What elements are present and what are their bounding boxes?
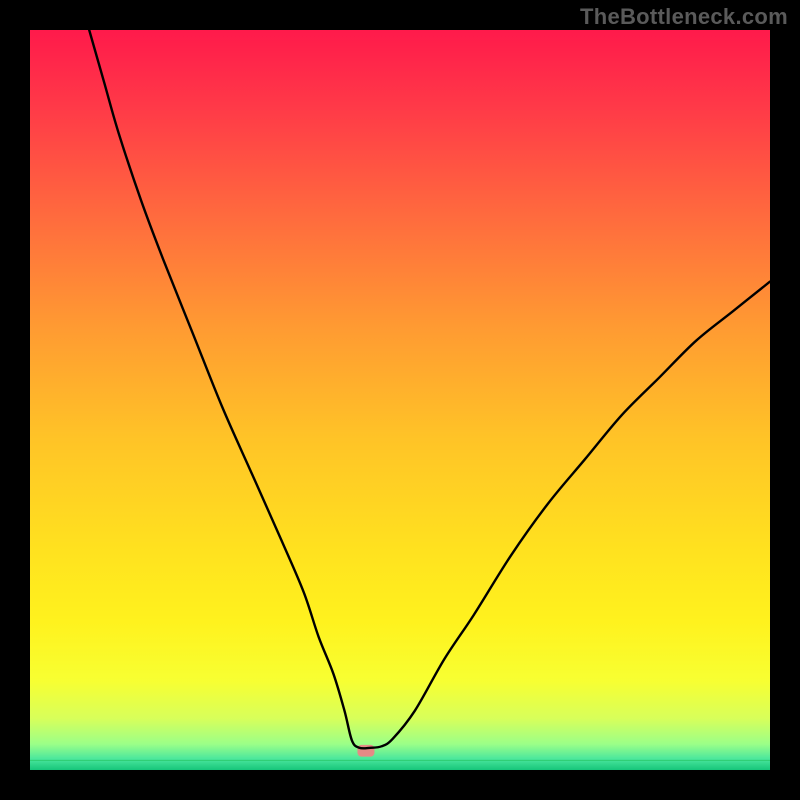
bottleneck-chart <box>0 0 800 800</box>
watermark-text: TheBottleneck.com <box>580 4 788 30</box>
chart-root: TheBottleneck.com <box>0 0 800 800</box>
plot-background <box>30 30 770 770</box>
